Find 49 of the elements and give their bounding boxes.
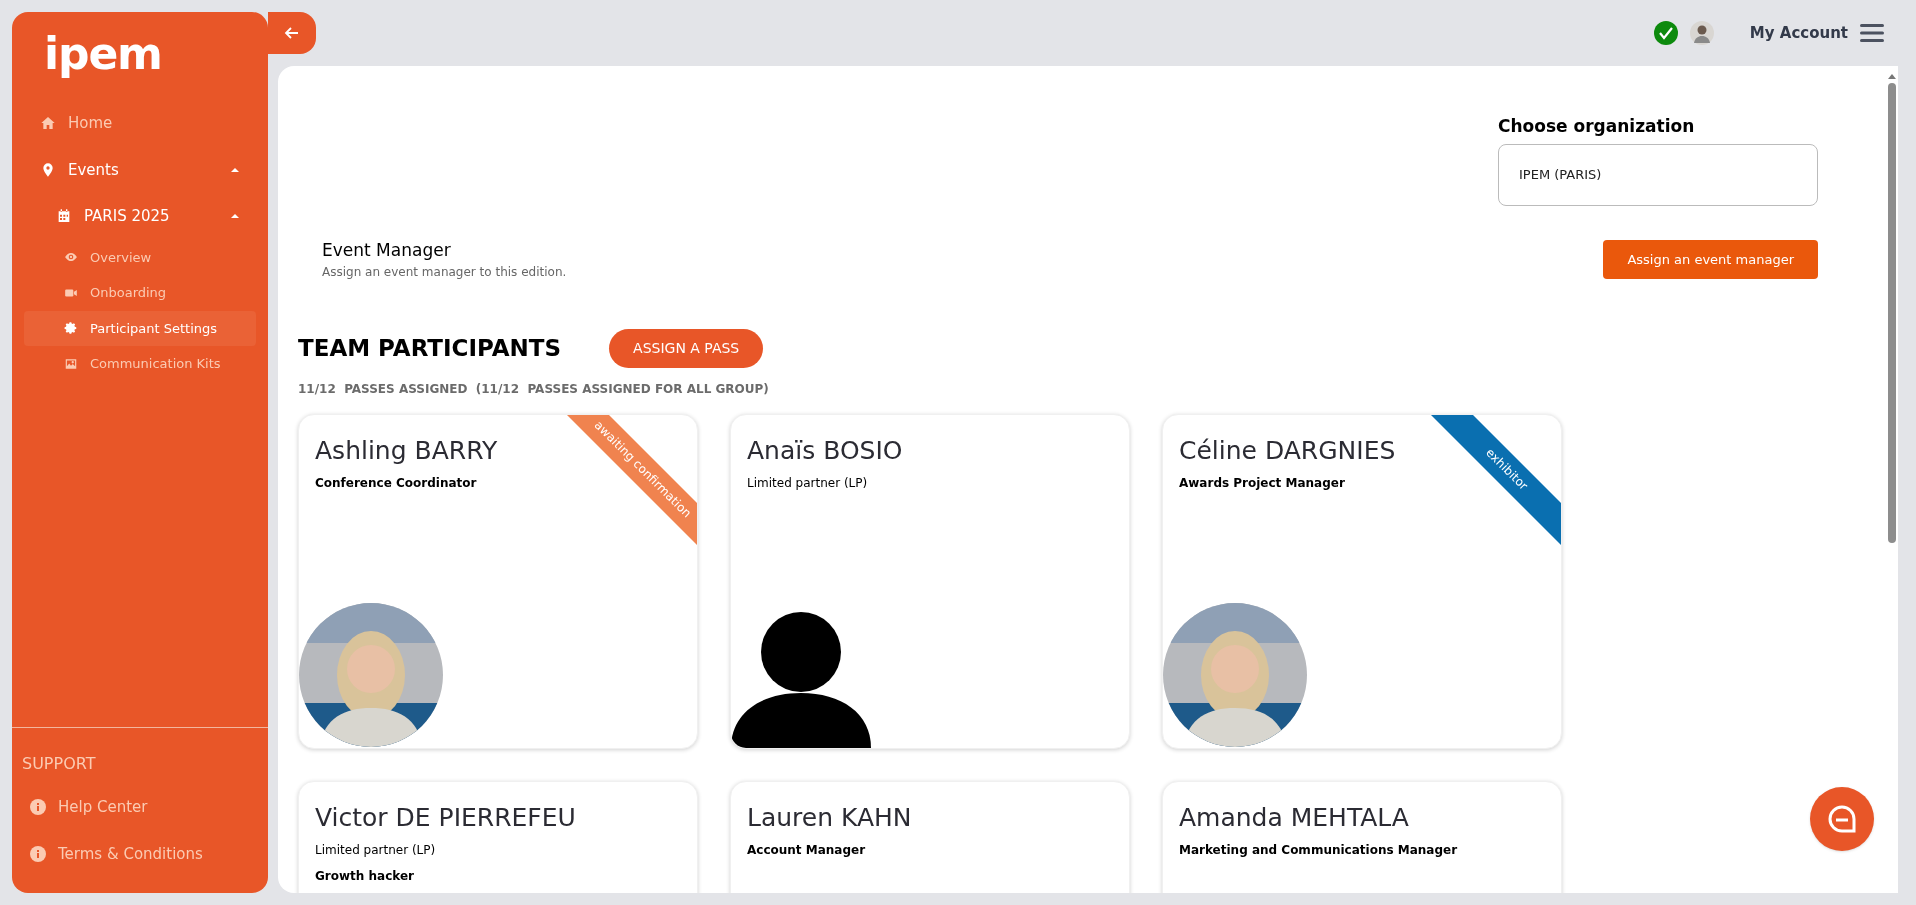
passes-summary: 11/12 PASSES ASSIGNED (11/12 PASSES ASSIGNED FOR ALL GROUP) bbox=[298, 381, 770, 398]
participant-card[interactable]: Amanda MEHTALA Marketing and Communications Manager bbox=[1162, 781, 1562, 893]
user-avatar-icon[interactable] bbox=[1689, 21, 1714, 45]
participant-role: Growth hacker bbox=[315, 868, 415, 886]
participant-role: Marketing and Communications Manager bbox=[1179, 842, 1458, 860]
participant-role: Account Manager bbox=[747, 842, 866, 860]
chat-icon bbox=[1826, 803, 1858, 835]
logo: ipem bbox=[43, 27, 163, 81]
participant-name: Céline DARGNIES bbox=[1179, 435, 1396, 467]
check-status-icon bbox=[1653, 21, 1678, 45]
location-pin-icon bbox=[40, 161, 56, 178]
image-icon bbox=[64, 356, 78, 371]
section-title: SUPPORT bbox=[21, 753, 97, 775]
participant-card[interactable]: Anaïs BOSIO Limited partner (LP) bbox=[730, 414, 1130, 749]
participant-name: Anaïs BOSIO bbox=[747, 435, 903, 467]
participant-role: Conference Coordinator bbox=[315, 475, 477, 493]
organization-select[interactable]: IPEM (PARIS) bbox=[1498, 143, 1818, 206]
section-title: Event Manager bbox=[322, 238, 452, 262]
participant-role: Limited partner (LP) bbox=[747, 475, 868, 493]
home-icon bbox=[40, 115, 56, 132]
nav-item[interactable]: Onboarding bbox=[24, 275, 256, 311]
assign-manager-button[interactable]: Assign an event manager bbox=[1603, 239, 1818, 279]
support-link[interactable]: Terms & Conditions bbox=[12, 830, 268, 877]
nav-item[interactable]: Overview bbox=[24, 239, 256, 275]
menu-icon[interactable] bbox=[1860, 23, 1884, 43]
participant-role: Awards Project Manager bbox=[1179, 475, 1345, 493]
settings-icon bbox=[64, 321, 78, 336]
assign-pass-button[interactable]: ASSIGN A PASS bbox=[609, 329, 764, 368]
calendar-icon bbox=[56, 208, 72, 225]
info-icon bbox=[30, 799, 46, 816]
participant-name: Amanda MEHTALA bbox=[1179, 802, 1409, 834]
section-description: Assign an event manager to this edition. bbox=[322, 264, 567, 281]
participant-card[interactable]: Victor DE PIERREFEU Limited partner (LP) Growth hacker bbox=[298, 781, 698, 893]
support-link[interactable]: Help Center bbox=[12, 784, 268, 831]
nav-item[interactable]: Communication Kits bbox=[24, 346, 256, 382]
nav-item[interactable]: Participant Settings bbox=[24, 310, 256, 346]
participant-name: Victor DE PIERREFEU bbox=[315, 802, 576, 834]
participant-name: Lauren KAHN bbox=[747, 802, 912, 834]
nav-item[interactable]: Events bbox=[24, 146, 256, 193]
field-label: Choose organization bbox=[1498, 115, 1696, 138]
participant-card[interactable]: Lauren KAHN Account Manager bbox=[730, 781, 1130, 893]
info-icon bbox=[30, 845, 46, 862]
nav-item[interactable]: Home bbox=[24, 100, 256, 147]
nav-item[interactable]: PARIS 2025 bbox=[24, 193, 256, 240]
participant-name: Ashling BARRY bbox=[315, 435, 498, 467]
back-arrow-icon[interactable] bbox=[284, 25, 300, 41]
participant-role: Limited partner (LP) bbox=[315, 842, 436, 860]
account-link[interactable]: My Account bbox=[1749, 21, 1848, 45]
section-heading: TEAM PARTICIPANTS bbox=[298, 334, 562, 364]
